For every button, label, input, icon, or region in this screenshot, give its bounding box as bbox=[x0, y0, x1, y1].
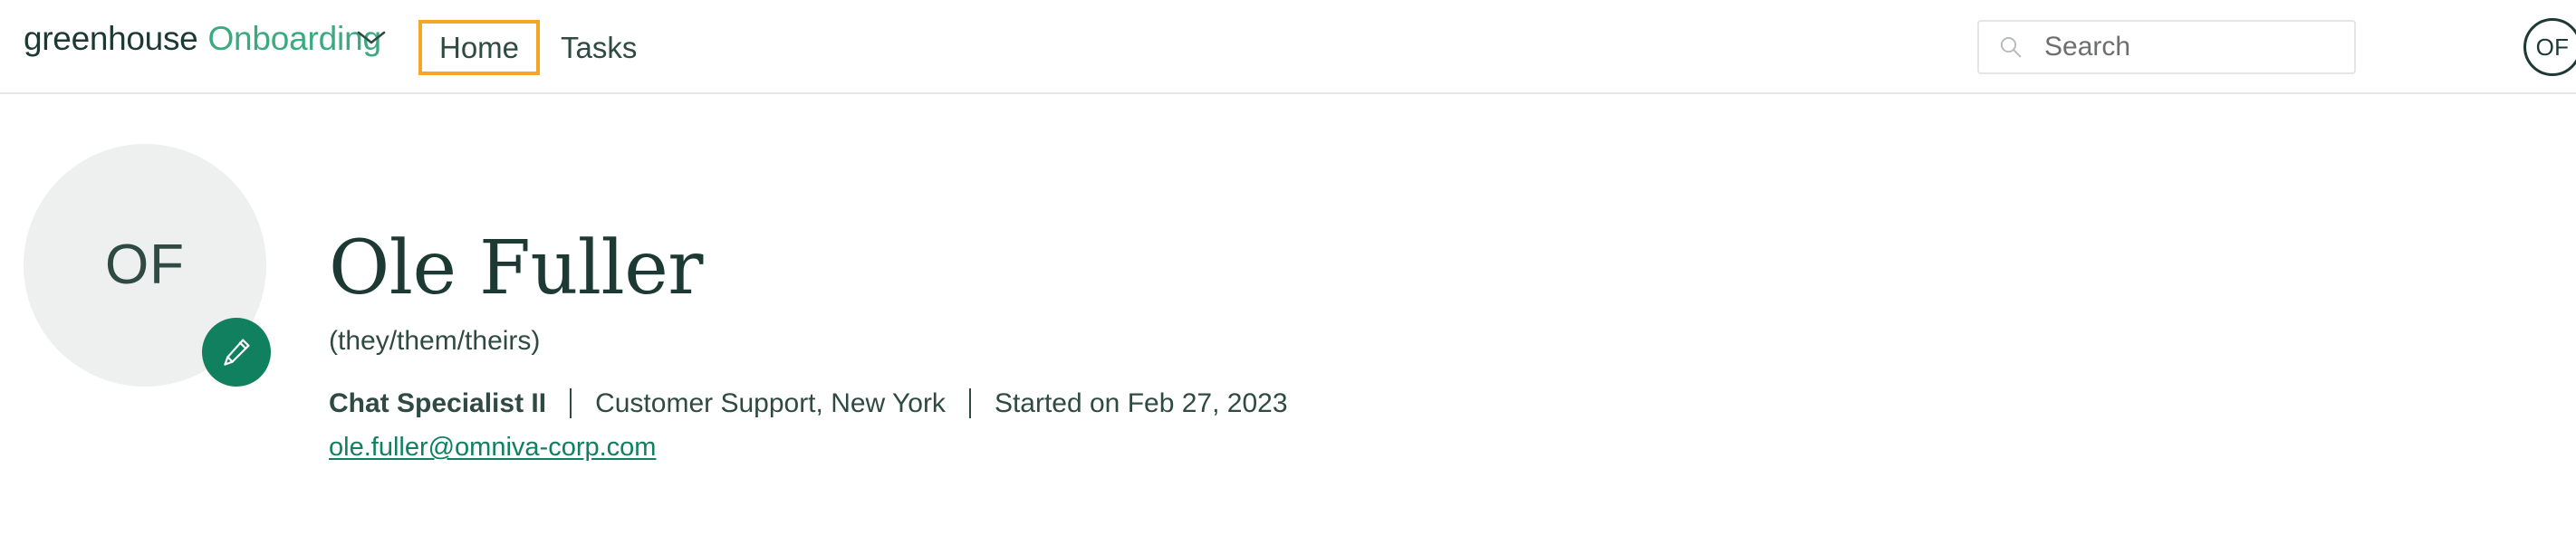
profile-details: Ole Fuller (they/them/theirs) Chat Speci… bbox=[329, 94, 1288, 461]
profile-tabs: Info Documents Feedback bbox=[0, 532, 2576, 545]
profile-avatar-initials: OF bbox=[104, 234, 186, 296]
search-placeholder-text: Search bbox=[2044, 32, 2131, 62]
user-avatar-initials: OF bbox=[2535, 33, 2570, 61]
edit-photo-button[interactable] bbox=[202, 318, 271, 387]
tab-feedback[interactable]: Feedback bbox=[440, 532, 572, 545]
profile-department-location: Customer Support, New York bbox=[595, 387, 946, 418]
profile-header: OF Ole Fuller (they/them/theirs) Chat Sp… bbox=[0, 94, 2576, 545]
brand-name-primary: greenhouse bbox=[24, 20, 198, 57]
profile-start-date: Started on Feb 27, 2023 bbox=[994, 387, 1288, 418]
meta-divider bbox=[968, 388, 971, 418]
top-navigation-bar: greenhouse Onboarding Home Tasks Search … bbox=[0, 0, 2576, 94]
profile-meta-row: Chat Specialist II Customer Support, New… bbox=[329, 388, 1288, 418]
pencil-icon bbox=[224, 339, 250, 366]
page-title: Ole Fuller bbox=[329, 225, 703, 311]
tab-documents[interactable]: Documents bbox=[180, 532, 332, 545]
nav-link-tasks[interactable]: Tasks bbox=[540, 20, 658, 75]
profile-job-title: Chat Specialist II bbox=[329, 387, 547, 418]
meta-divider bbox=[570, 388, 572, 418]
profile-pronouns: (they/them/theirs) bbox=[329, 326, 541, 356]
tab-info[interactable]: Info bbox=[24, 532, 73, 545]
chevron-down-icon[interactable] bbox=[355, 27, 388, 47]
search-icon bbox=[2000, 36, 2022, 58]
user-avatar-button[interactable]: OF bbox=[2523, 18, 2576, 76]
nav-link-home[interactable]: Home bbox=[418, 19, 541, 75]
brand-logo[interactable]: greenhouse Onboarding bbox=[24, 20, 381, 58]
search-input[interactable]: Search bbox=[1977, 20, 2356, 74]
profile-email-link[interactable]: ole.fuller@omniva-corp.com bbox=[329, 435, 1288, 461]
primary-nav-links: Home Tasks bbox=[418, 0, 658, 94]
profile-avatar: OF bbox=[24, 144, 271, 387]
